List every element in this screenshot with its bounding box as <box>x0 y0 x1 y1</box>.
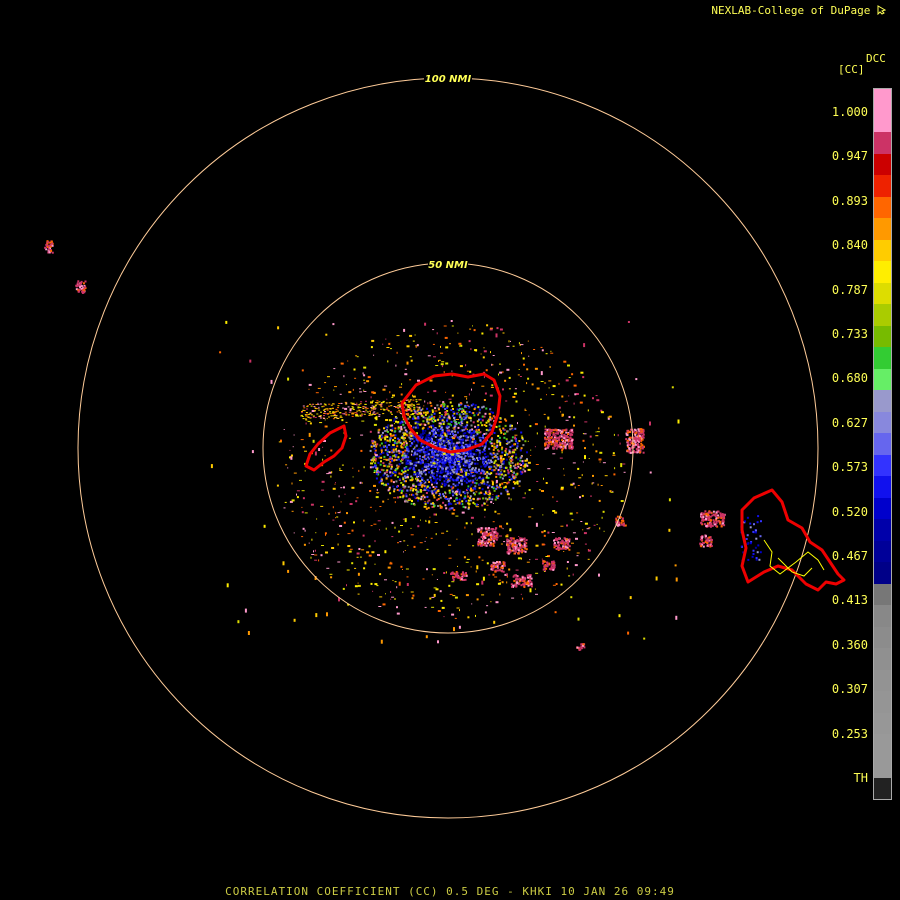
ring-label-50-nmi: 50 NMI <box>428 260 468 271</box>
color-scale-segment <box>874 583 891 606</box>
color-scale-segment <box>874 89 891 111</box>
scale-code: DCC <box>866 52 886 65</box>
scale-tick-label: 0.840 <box>831 238 868 252</box>
credit-label: NEXLAB-College of DuPage <box>711 4 871 17</box>
color-scale-segment <box>874 390 891 412</box>
color-scale-segment <box>874 347 891 369</box>
color-scale-segment <box>874 734 891 756</box>
color-scale-segment <box>874 454 891 477</box>
cursor-arrow-icon <box>877 5 887 16</box>
color-scale-segment <box>874 132 891 154</box>
scale-tick-label: 0.307 <box>831 682 868 696</box>
color-scale-segment <box>874 476 891 498</box>
county-outlines <box>304 372 846 592</box>
range-ring-100-nmi <box>77 77 819 819</box>
color-scale-segment <box>874 519 891 541</box>
color-scale-segment <box>874 325 891 348</box>
color-scale-segment <box>874 368 891 391</box>
scale-tick-label: 0.893 <box>831 194 868 208</box>
scale-tick-label: 0.467 <box>831 549 868 563</box>
ring-label-100-nmi: 100 NMI <box>425 74 472 85</box>
scale-tick-label: 0.680 <box>831 371 868 385</box>
color-scale-segment <box>874 540 891 563</box>
color-scale-segment <box>874 562 891 584</box>
color-scale-segment <box>874 218 891 240</box>
color-scale-segment <box>874 304 891 326</box>
scale-tick-label: 0.520 <box>831 505 868 519</box>
color-scale-segment <box>874 777 891 800</box>
scale-tick-label: 0.253 <box>831 727 868 741</box>
radar-map[interactable]: 100 NMI 50 NMI <box>0 0 900 900</box>
color-scale-segment <box>874 175 891 197</box>
scale-tick-label: 0.733 <box>831 327 868 341</box>
scale-tick-label: TH <box>853 771 868 785</box>
credit-text: NEXLAB-College of DuPage <box>711 4 887 17</box>
color-scale-segment <box>874 261 891 283</box>
color-scale-segment <box>874 669 891 692</box>
scale-tick-label: 0.573 <box>831 460 868 474</box>
precipitation-echoes <box>44 240 762 651</box>
color-scale-segment <box>874 626 891 649</box>
scale-tick-label: 0.360 <box>831 638 868 652</box>
product-title: CORRELATION COEFFICIENT (CC) 0.5 DEG - K… <box>225 885 675 898</box>
color-scale-segment <box>874 605 891 627</box>
color-scale-segment <box>874 648 891 670</box>
color-scale-segment <box>874 497 891 520</box>
color-scale-segment <box>874 411 891 434</box>
scale-tick-label: 1.000 <box>831 105 868 119</box>
color-scale-segment <box>874 712 891 735</box>
scale-tick-label: 0.413 <box>831 593 868 607</box>
color-scale-segment <box>874 239 891 262</box>
color-scale-bar <box>873 88 892 800</box>
color-scale-segment <box>874 433 891 455</box>
color-scale-segment <box>874 196 891 219</box>
color-scale-segment <box>874 153 891 176</box>
scale-tick-label: 0.627 <box>831 416 868 430</box>
scale-tick-label: 0.947 <box>831 149 868 163</box>
color-scale-segment <box>874 755 891 778</box>
color-scale-segment <box>874 110 891 133</box>
county-outline-west <box>304 424 348 472</box>
color-scale-segment <box>874 691 891 713</box>
color-scale-segment <box>874 282 891 305</box>
scale-tick-label: 0.787 <box>831 283 868 297</box>
scale-unit: [CC] <box>838 63 865 76</box>
